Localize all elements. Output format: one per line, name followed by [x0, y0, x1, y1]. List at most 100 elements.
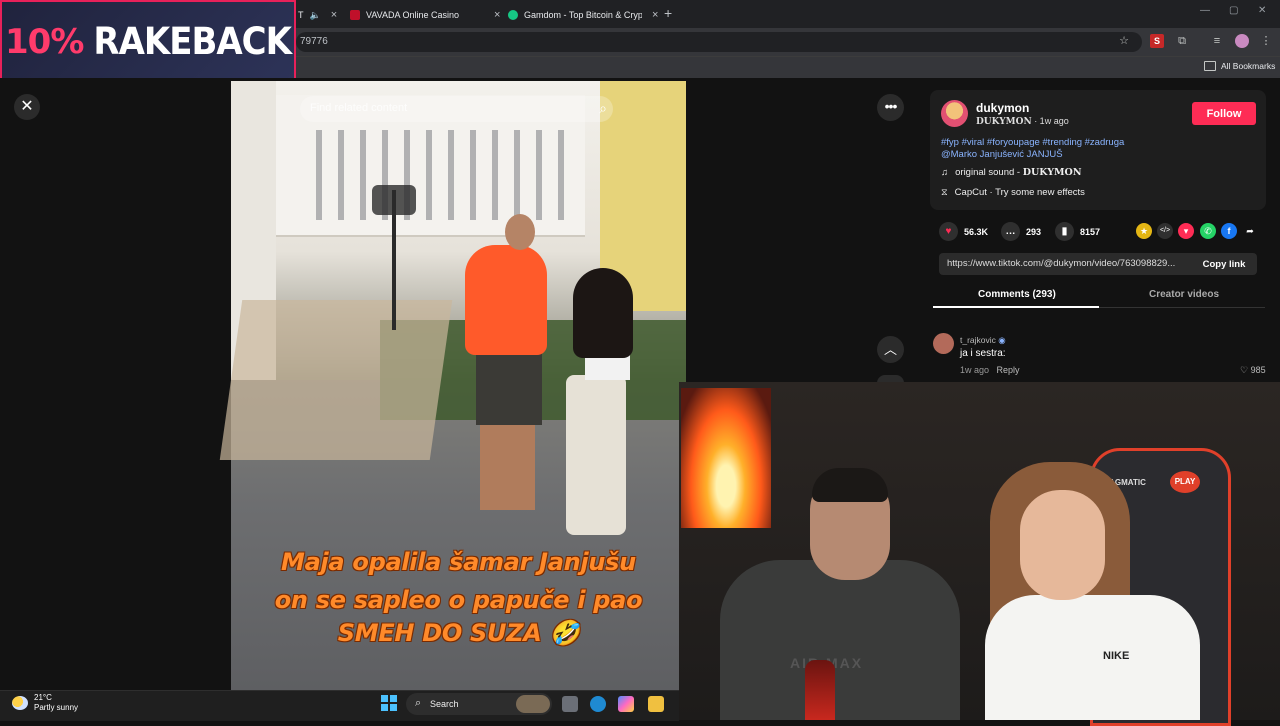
all-bookmarks[interactable]: All Bookmarks [1204, 61, 1275, 71]
maximize-icon[interactable]: ▢ [1229, 5, 1238, 16]
previous-video-button[interactable]: ︿ [877, 336, 904, 363]
like-count: 56.3K [964, 226, 989, 237]
video-scene-windows [300, 130, 570, 220]
comment-avatar[interactable] [933, 333, 954, 354]
weather-text: 21°C Partly sunny [34, 693, 78, 713]
close-window-icon[interactable]: ✕ [1258, 5, 1266, 16]
video-man-head [505, 214, 535, 250]
tab-creator-videos[interactable]: Creator videos [1149, 289, 1219, 300]
tab-gamdom[interactable]: Gamdom - Top Bitcoin & Crypt × [508, 4, 658, 26]
search-icon[interactable]: ⌕ [599, 100, 607, 117]
video-man-legs [480, 425, 535, 510]
streamer-man-body [720, 560, 960, 720]
star-icon[interactable]: ☆ [1117, 34, 1131, 48]
comment-username[interactable]: t_rajkovic ◉ [960, 335, 1006, 346]
extension-s-icon[interactable]: S [1150, 34, 1164, 48]
rakeback-percent: 10% [5, 21, 84, 62]
post-username[interactable]: dukymon [976, 101, 1029, 115]
search-highlight-icon[interactable] [516, 695, 550, 713]
post-hashtags[interactable]: #fyp #viral #foryoupage #trending #zadru… [941, 137, 1241, 149]
heart-icon[interactable]: ♥ [939, 222, 958, 241]
streamer-woman-body [985, 595, 1200, 720]
vavada-favicon-icon [350, 10, 360, 20]
all-bookmarks-label: All Bookmarks [1221, 61, 1276, 71]
whatsapp-icon[interactable]: ✆ [1200, 223, 1216, 239]
profile-icon[interactable] [1235, 34, 1249, 48]
speaker-icon[interactable]: 🔈 [310, 10, 321, 21]
windows-start-icon[interactable] [381, 695, 397, 711]
minimize-icon[interactable]: — [1200, 5, 1210, 16]
more-options-button[interactable]: ••• [877, 94, 904, 121]
tab-partial-label: T [298, 10, 304, 20]
weather-widget[interactable]: 21°C Partly sunny [12, 693, 78, 713]
gamdom-favicon-icon [508, 10, 518, 20]
effect-icon: ⧖ [941, 187, 948, 198]
comment-time: 1w ago [960, 365, 990, 375]
tab-gamdom-label: Gamdom - Top Bitcoin & Crypt [524, 10, 642, 20]
tab-close-icon[interactable]: × [331, 9, 337, 21]
heart-outline-icon[interactable]: ♡ [1240, 365, 1248, 375]
embed-icon[interactable]: </> [1157, 223, 1173, 239]
tab-partial[interactable]: T 🔈 × [298, 4, 337, 26]
edge-icon[interactable] [590, 696, 606, 712]
tab-comments[interactable]: Comments (293) [978, 289, 1056, 300]
verified-icon: ◉ [998, 335, 1006, 345]
menu-icon[interactable]: ⋮ [1259, 34, 1273, 48]
like-stat[interactable]: ♥ 56.3K [939, 222, 988, 241]
streamer-woman-face [1020, 490, 1105, 600]
comment-text: ja i sestra: [960, 348, 1006, 359]
media-icon[interactable]: ≡ [1210, 34, 1224, 48]
rakeback-banner: 10% RAKEBACK [0, 0, 296, 83]
avatar[interactable] [941, 100, 968, 127]
video-caption-line-1: Maja opalila šamar Janjušu [281, 548, 636, 576]
share-link-url[interactable]: https://www.tiktok.com/@dukymon/video/76… [947, 258, 1189, 269]
chair-play-badge: PLAY [1170, 471, 1200, 493]
post-mention[interactable]: @Marko Janjušević JANJUŠ [941, 149, 1241, 161]
file-explorer-icon[interactable] [648, 696, 664, 712]
comment-icon[interactable]: … [1001, 222, 1020, 241]
streamer-woman-shirt-logo: NIKE [1103, 650, 1130, 662]
video-woman-pants [566, 375, 626, 535]
find-related-search[interactable]: Find related content ⌕ [300, 96, 613, 122]
save-stat[interactable]: ▮ 8157 [1055, 222, 1100, 241]
copy-link-button[interactable]: Copy link [1193, 256, 1255, 273]
facebook-icon[interactable]: f [1221, 223, 1237, 239]
tab-vavada[interactable]: VAVADA Online Casino × [350, 4, 500, 26]
video-woman-hair [573, 268, 633, 358]
url-text[interactable]: 79776 [300, 36, 328, 47]
video-scene-path [219, 300, 453, 460]
puzzle-icon[interactable]: ⧉ [1175, 34, 1189, 48]
effect-row[interactable]: ⧖ CapCut · Try some new effects [941, 187, 1085, 198]
new-tab-button[interactable]: + [664, 5, 672, 21]
comment-meta: 1w ago Reply [960, 365, 1020, 375]
tab-close-icon[interactable]: × [652, 9, 658, 21]
save-count: 8157 [1080, 226, 1101, 237]
comment-like[interactable]: ♡ 985 [1240, 365, 1266, 376]
taskbar-search-label: Search [430, 699, 459, 709]
video-man-shorts [476, 350, 542, 425]
coin-share-icon[interactable]: ★ [1136, 223, 1152, 239]
post-display-name: DUKYMON [976, 117, 1032, 127]
search-placeholder: Find related content [310, 102, 408, 114]
weather-temp: 21°C [34, 693, 52, 702]
webcam-fireplace [681, 388, 771, 528]
video-caption-line-3: SMEH DO SUZA 🤣 [337, 619, 580, 647]
comment-reply-button[interactable]: Reply [997, 365, 1020, 375]
tab-close-icon[interactable]: × [494, 9, 500, 21]
comment-stat[interactable]: … 293 [1001, 222, 1041, 241]
search-icon: ⌕ [415, 697, 422, 709]
partly-sunny-icon [12, 696, 28, 710]
sound-row[interactable]: ♫ original sound - DUKYMON [941, 167, 1082, 178]
close-viewer-button[interactable]: ✕ [14, 94, 40, 120]
share-arrow-icon[interactable]: ➦ [1242, 223, 1258, 239]
follow-button[interactable]: Follow [1192, 102, 1256, 125]
omnibox[interactable] [296, 32, 1142, 52]
video-scene-lamp-post [392, 190, 396, 330]
post-subline: DUKYMON · 1w ago [976, 116, 1069, 127]
folder-icon [1204, 61, 1216, 71]
send-icon[interactable]: ▾ [1178, 223, 1194, 239]
post-time: · 1w ago [1031, 116, 1069, 126]
task-view-icon[interactable] [562, 696, 578, 712]
copilot-icon[interactable] [618, 696, 634, 712]
bookmark-icon[interactable]: ▮ [1055, 222, 1074, 241]
